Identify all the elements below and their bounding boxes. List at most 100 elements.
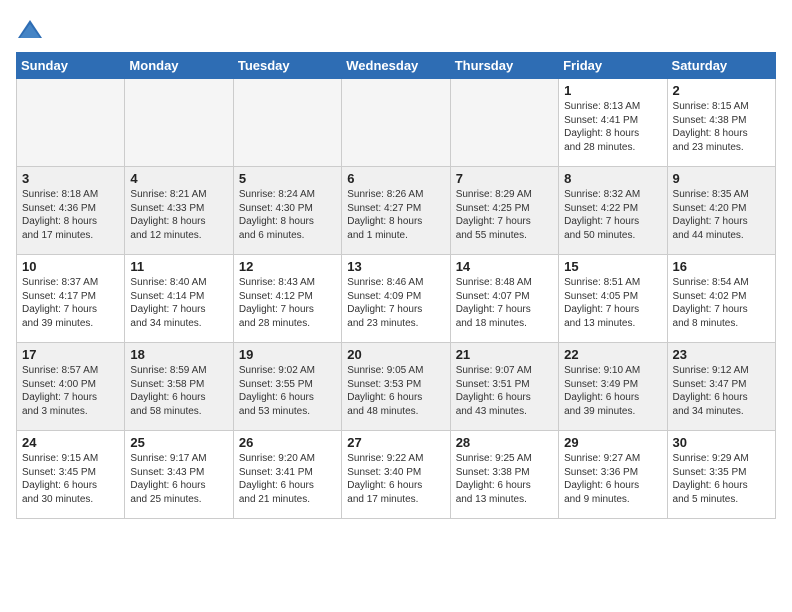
calendar-cell: 14 Sunrise: 8:48 AM Sunset: 4:07 PM Dayli…	[450, 255, 558, 343]
day-number: 14	[456, 259, 553, 274]
calendar-cell: 19 Sunrise: 9:02 AM Sunset: 3:55 PM Dayli…	[233, 343, 341, 431]
logo	[16, 16, 48, 44]
day-number: 27	[347, 435, 444, 450]
day-info: Sunrise: 8:59 AM Sunset: 3:58 PM Dayligh…	[130, 364, 227, 418]
day-number: 15	[564, 259, 661, 274]
day-number: 11	[130, 259, 227, 274]
calendar-cell: 24 Sunrise: 9:15 AM Sunset: 3:45 PM Dayli…	[17, 431, 125, 519]
logo-icon	[16, 16, 44, 44]
calendar-cell: 21 Sunrise: 9:07 AM Sunset: 3:51 PM Dayli…	[450, 343, 558, 431]
day-info: Sunrise: 9:15 AM Sunset: 3:45 PM Dayligh…	[22, 452, 119, 506]
calendar-cell	[125, 79, 233, 167]
day-number: 12	[239, 259, 336, 274]
day-info: Sunrise: 8:43 AM Sunset: 4:12 PM Dayligh…	[239, 276, 336, 330]
calendar-cell: 1 Sunrise: 8:13 AM Sunset: 4:41 PM Daylig…	[559, 79, 667, 167]
day-number: 9	[673, 171, 770, 186]
calendar-week-row: 3 Sunrise: 8:18 AM Sunset: 4:36 PM Daylig…	[17, 167, 776, 255]
day-number: 22	[564, 347, 661, 362]
day-info: Sunrise: 8:15 AM Sunset: 4:38 PM Dayligh…	[673, 100, 770, 154]
calendar-cell: 18 Sunrise: 8:59 AM Sunset: 3:58 PM Dayli…	[125, 343, 233, 431]
column-header-wednesday: Wednesday	[342, 53, 450, 79]
column-header-thursday: Thursday	[450, 53, 558, 79]
calendar-cell: 3 Sunrise: 8:18 AM Sunset: 4:36 PM Daylig…	[17, 167, 125, 255]
calendar-week-row: 10 Sunrise: 8:37 AM Sunset: 4:17 PM Dayli…	[17, 255, 776, 343]
day-info: Sunrise: 8:26 AM Sunset: 4:27 PM Dayligh…	[347, 188, 444, 242]
column-header-monday: Monday	[125, 53, 233, 79]
day-info: Sunrise: 8:35 AM Sunset: 4:20 PM Dayligh…	[673, 188, 770, 242]
calendar-cell: 29 Sunrise: 9:27 AM Sunset: 3:36 PM Dayli…	[559, 431, 667, 519]
calendar-cell	[450, 79, 558, 167]
calendar-header-row: SundayMondayTuesdayWednesdayThursdayFrid…	[17, 53, 776, 79]
day-info: Sunrise: 8:24 AM Sunset: 4:30 PM Dayligh…	[239, 188, 336, 242]
day-info: Sunrise: 9:02 AM Sunset: 3:55 PM Dayligh…	[239, 364, 336, 418]
day-info: Sunrise: 8:32 AM Sunset: 4:22 PM Dayligh…	[564, 188, 661, 242]
day-info: Sunrise: 8:57 AM Sunset: 4:00 PM Dayligh…	[22, 364, 119, 418]
day-number: 3	[22, 171, 119, 186]
day-number: 30	[673, 435, 770, 450]
calendar-cell: 4 Sunrise: 8:21 AM Sunset: 4:33 PM Daylig…	[125, 167, 233, 255]
calendar-cell: 28Sunrise: 9:25 AM Sunset: 3:38 PM Dayli…	[450, 431, 558, 519]
day-number: 13	[347, 259, 444, 274]
calendar-cell: 9 Sunrise: 8:35 AM Sunset: 4:20 PM Daylig…	[667, 167, 775, 255]
calendar-cell: 6Sunrise: 8:26 AM Sunset: 4:27 PM Daylig…	[342, 167, 450, 255]
column-header-saturday: Saturday	[667, 53, 775, 79]
day-number: 4	[130, 171, 227, 186]
day-info: Sunrise: 9:27 AM Sunset: 3:36 PM Dayligh…	[564, 452, 661, 506]
day-number: 23	[673, 347, 770, 362]
day-number: 2	[673, 83, 770, 98]
calendar-cell: 20Sunrise: 9:05 AM Sunset: 3:53 PM Dayli…	[342, 343, 450, 431]
day-info: Sunrise: 8:21 AM Sunset: 4:33 PM Dayligh…	[130, 188, 227, 242]
calendar-cell: 22 Sunrise: 9:10 AM Sunset: 3:49 PM Dayli…	[559, 343, 667, 431]
day-info: Sunrise: 8:48 AM Sunset: 4:07 PM Dayligh…	[456, 276, 553, 330]
page-header	[16, 16, 776, 44]
day-number: 25	[130, 435, 227, 450]
day-info: Sunrise: 8:18 AM Sunset: 4:36 PM Dayligh…	[22, 188, 119, 242]
day-number: 21	[456, 347, 553, 362]
calendar-cell: 17 Sunrise: 8:57 AM Sunset: 4:00 PM Dayli…	[17, 343, 125, 431]
calendar-cell	[17, 79, 125, 167]
calendar-cell: 5Sunrise: 8:24 AM Sunset: 4:30 PM Daylig…	[233, 167, 341, 255]
day-info: Sunrise: 9:07 AM Sunset: 3:51 PM Dayligh…	[456, 364, 553, 418]
day-info: Sunrise: 8:40 AM Sunset: 4:14 PM Dayligh…	[130, 276, 227, 330]
day-number: 20	[347, 347, 444, 362]
calendar-cell: 25 Sunrise: 9:17 AM Sunset: 3:43 PM Dayli…	[125, 431, 233, 519]
column-header-tuesday: Tuesday	[233, 53, 341, 79]
calendar-cell: 15 Sunrise: 8:51 AM Sunset: 4:05 PM Dayli…	[559, 255, 667, 343]
calendar-cell: 11 Sunrise: 8:40 AM Sunset: 4:14 PM Dayli…	[125, 255, 233, 343]
day-info: Sunrise: 9:17 AM Sunset: 3:43 PM Dayligh…	[130, 452, 227, 506]
day-number: 19	[239, 347, 336, 362]
calendar-cell: 7 Sunrise: 8:29 AM Sunset: 4:25 PM Daylig…	[450, 167, 558, 255]
day-number: 26	[239, 435, 336, 450]
day-number: 1	[564, 83, 661, 98]
calendar-cell: 30 Sunrise: 9:29 AM Sunset: 3:35 PM Dayli…	[667, 431, 775, 519]
day-info: Sunrise: 9:22 AM Sunset: 3:40 PM Dayligh…	[347, 452, 444, 506]
day-info: Sunrise: 9:12 AM Sunset: 3:47 PM Dayligh…	[673, 364, 770, 418]
calendar-cell	[342, 79, 450, 167]
day-number: 29	[564, 435, 661, 450]
day-number: 17	[22, 347, 119, 362]
day-info: Sunrise: 9:29 AM Sunset: 3:35 PM Dayligh…	[673, 452, 770, 506]
calendar-cell: 27 Sunrise: 9:22 AM Sunset: 3:40 PM Dayli…	[342, 431, 450, 519]
calendar-cell: 8 Sunrise: 8:32 AM Sunset: 4:22 PM Daylig…	[559, 167, 667, 255]
calendar-cell: 23 Sunrise: 9:12 AM Sunset: 3:47 PM Dayli…	[667, 343, 775, 431]
day-number: 8	[564, 171, 661, 186]
day-info: Sunrise: 8:54 AM Sunset: 4:02 PM Dayligh…	[673, 276, 770, 330]
day-number: 24	[22, 435, 119, 450]
column-header-sunday: Sunday	[17, 53, 125, 79]
day-info: Sunrise: 8:51 AM Sunset: 4:05 PM Dayligh…	[564, 276, 661, 330]
day-info: Sunrise: 9:25 AM Sunset: 3:38 PM Dayligh…	[456, 452, 553, 506]
calendar-cell: 10 Sunrise: 8:37 AM Sunset: 4:17 PM Dayli…	[17, 255, 125, 343]
day-info: Sunrise: 8:46 AM Sunset: 4:09 PM Dayligh…	[347, 276, 444, 330]
day-info: Sunrise: 9:10 AM Sunset: 3:49 PM Dayligh…	[564, 364, 661, 418]
day-number: 18	[130, 347, 227, 362]
calendar-week-row: 24 Sunrise: 9:15 AM Sunset: 3:45 PM Dayli…	[17, 431, 776, 519]
calendar-cell: 16 Sunrise: 8:54 AM Sunset: 4:02 PM Dayli…	[667, 255, 775, 343]
calendar-week-row: 17 Sunrise: 8:57 AM Sunset: 4:00 PM Dayli…	[17, 343, 776, 431]
day-number: 16	[673, 259, 770, 274]
column-header-friday: Friday	[559, 53, 667, 79]
day-info: Sunrise: 8:29 AM Sunset: 4:25 PM Dayligh…	[456, 188, 553, 242]
day-info: Sunrise: 8:13 AM Sunset: 4:41 PM Dayligh…	[564, 100, 661, 154]
day-number: 7	[456, 171, 553, 186]
day-info: Sunrise: 8:37 AM Sunset: 4:17 PM Dayligh…	[22, 276, 119, 330]
day-number: 10	[22, 259, 119, 274]
